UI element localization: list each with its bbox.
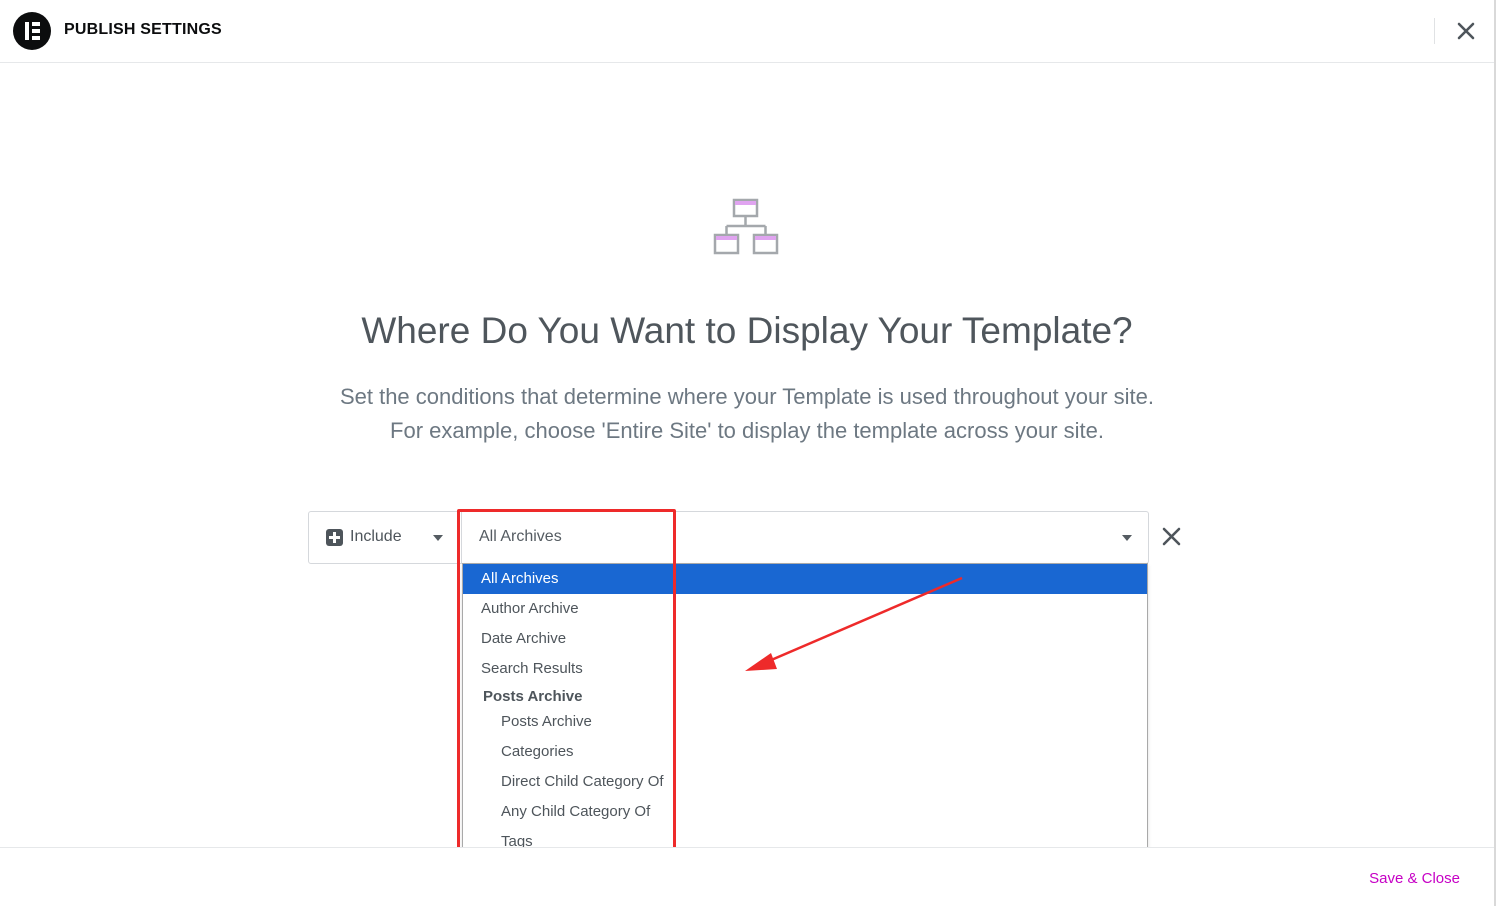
- dropdown-option-search-results[interactable]: Search Results: [463, 654, 1147, 684]
- condition-type-select[interactable]: Include: [309, 512, 462, 563]
- elementor-logo-icon: [13, 12, 51, 50]
- condition-type-label: Include: [350, 528, 402, 545]
- dropdown-option-posts-archive[interactable]: Posts Archive: [463, 707, 1147, 737]
- condition-name-select[interactable]: All Archives: [479, 528, 562, 546]
- condition-row: Include All Archives: [308, 511, 1149, 564]
- page-title: Where Do You Want to Display Your Templa…: [361, 310, 1133, 351]
- chevron-down-icon: [433, 535, 443, 541]
- page-subtitle-line2: For example, choose 'Entire Site' to dis…: [390, 418, 1104, 443]
- remove-condition-button[interactable]: [1159, 524, 1185, 550]
- modal-header: PUBLISH SETTINGS: [0, 0, 1494, 63]
- archive-dropdown-list[interactable]: All Archives Author Archive Date Archive…: [462, 563, 1148, 858]
- save-close-button[interactable]: Save & Close: [1369, 870, 1460, 887]
- header-divider: [1434, 18, 1435, 44]
- chevron-down-icon[interactable]: [1122, 535, 1132, 541]
- sitemap-icon: [712, 196, 780, 258]
- dropdown-option-direct-child-category[interactable]: Direct Child Category Of: [463, 767, 1147, 797]
- modal-footer: Save & Close: [0, 847, 1494, 907]
- dropdown-option-author-archive[interactable]: Author Archive: [463, 594, 1147, 624]
- modal-title: PUBLISH SETTINGS: [64, 21, 222, 38]
- plus-square-icon: [326, 529, 343, 546]
- close-icon[interactable]: [1452, 17, 1480, 45]
- dropdown-option-date-archive[interactable]: Date Archive: [463, 624, 1147, 654]
- dropdown-option-any-child-category[interactable]: Any Child Category Of: [463, 797, 1147, 827]
- dropdown-option-categories[interactable]: Categories: [463, 737, 1147, 767]
- page-subtitle-line1: Set the conditions that determine where …: [339, 384, 1155, 409]
- dropdown-option-all-archives[interactable]: All Archives: [463, 564, 1147, 594]
